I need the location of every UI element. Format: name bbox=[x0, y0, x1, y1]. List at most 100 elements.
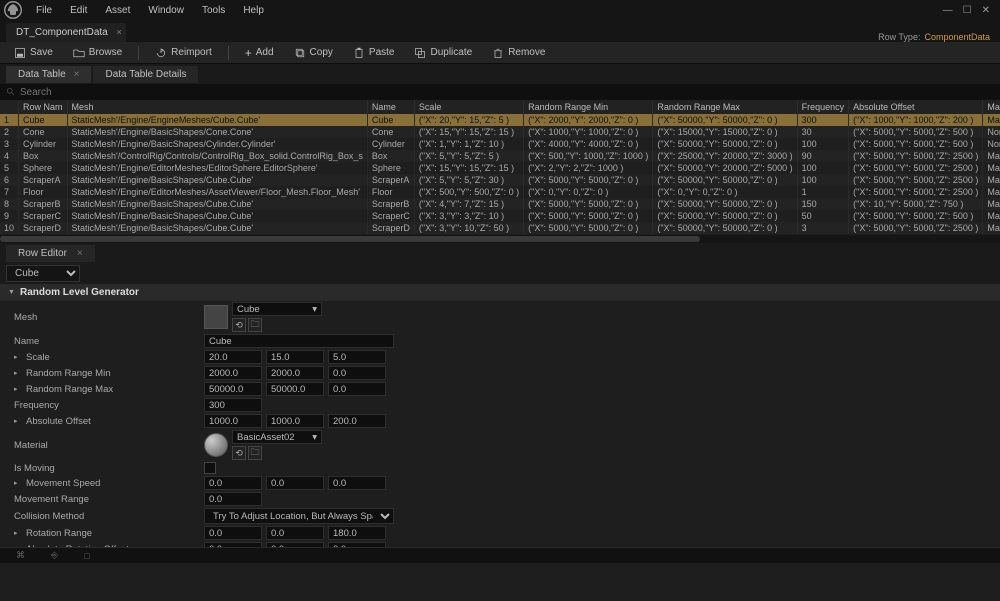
cell-mat[interactable]: Material'/Engine/MapTemplates/Materials/… bbox=[983, 222, 1000, 234]
column-header[interactable]: Row Nam bbox=[19, 100, 68, 114]
cell-rmax[interactable]: ("X": 50000,"Y": 20000,"Z": 5000 ) bbox=[653, 162, 797, 174]
cell-off[interactable]: ("X": 5000,"Y": 5000,"Z": 2500 ) bbox=[849, 150, 983, 162]
cell-col[interactable]: Box bbox=[367, 150, 414, 162]
cell-scale[interactable]: ("X": 15,"Y": 15,"Z": 15 ) bbox=[414, 126, 523, 138]
column-header[interactable] bbox=[0, 100, 19, 114]
cell-rmax[interactable]: ("X": 50000,"Y": 50000,"Z": 0 ) bbox=[653, 174, 797, 186]
cell-rmin[interactable]: ("X": 5000,"Y": 5000,"Z": 0 ) bbox=[524, 222, 653, 234]
cell-col[interactable]: ScraperC bbox=[367, 210, 414, 222]
cell-name[interactable]: Cube bbox=[19, 114, 68, 126]
cell-col[interactable]: ScraperA bbox=[367, 174, 414, 186]
column-header[interactable]: Frequency bbox=[797, 100, 849, 114]
cell-col[interactable]: Floor bbox=[367, 186, 414, 198]
copy-button[interactable]: Copy bbox=[286, 45, 341, 61]
scale-x-input[interactable] bbox=[204, 350, 262, 364]
cell-rmin[interactable]: ("X": 500,"Y": 1000,"Z": 1000 ) bbox=[524, 150, 653, 162]
cell-col[interactable]: Cylinder bbox=[367, 138, 414, 150]
column-header[interactable]: Material bbox=[983, 100, 1000, 114]
save-button[interactable]: Save bbox=[6, 45, 61, 61]
cell-scale[interactable]: ("X": 5,"Y": 5,"Z": 30 ) bbox=[414, 174, 523, 186]
cell-n[interactable]: 2 bbox=[0, 126, 19, 138]
cell-rmin[interactable]: ("X": 5000,"Y": 5000,"Z": 0 ) bbox=[524, 198, 653, 210]
cell-rmax[interactable]: ("X": 50000,"Y": 50000,"Z": 0 ) bbox=[653, 114, 797, 126]
cell-name[interactable]: Box bbox=[19, 150, 68, 162]
cell-n[interactable]: 1 bbox=[0, 114, 19, 126]
menu-tools[interactable]: Tools bbox=[194, 3, 233, 18]
cell-n[interactable]: 9 bbox=[0, 210, 19, 222]
mrange-input[interactable] bbox=[204, 492, 262, 506]
use-selected-icon[interactable]: ⟲ bbox=[232, 446, 246, 460]
table-row[interactable]: 2ConeStaticMesh'/Engine/BasicShapes/Cone… bbox=[0, 126, 1000, 138]
cell-mesh[interactable]: StaticMesh'/Engine/BasicShapes/Cube.Cube… bbox=[67, 210, 367, 222]
cell-mesh[interactable]: StaticMesh'/Engine/EditorMeshes/AssetVie… bbox=[67, 186, 367, 198]
cell-rmax[interactable]: ("X": 15000,"Y": 15000,"Z": 0 ) bbox=[653, 126, 797, 138]
rmax-x-input[interactable] bbox=[204, 382, 262, 396]
name-input[interactable] bbox=[204, 334, 394, 348]
expand-icon[interactable]: ▸ bbox=[14, 417, 22, 425]
cell-scale[interactable]: ("X": 1,"Y": 1,"Z": 10 ) bbox=[414, 138, 523, 150]
table-row[interactable]: 4BoxStaticMesh'/ControlRig/Controls/Cont… bbox=[0, 150, 1000, 162]
cell-scale[interactable]: ("X": 4,"Y": 7,"Z": 15 ) bbox=[414, 198, 523, 210]
cell-name[interactable]: ScraperD bbox=[19, 222, 68, 234]
cell-mesh[interactable]: StaticMesh'/Engine/BasicShapes/Cube.Cube… bbox=[67, 198, 367, 210]
rmin-y-input[interactable] bbox=[266, 366, 324, 380]
cell-off[interactable]: ("X": 5000,"Y": 5000,"Z": 500 ) bbox=[849, 210, 983, 222]
cell-n[interactable]: 10 bbox=[0, 222, 19, 234]
menu-file[interactable]: File bbox=[28, 3, 60, 18]
cell-rmax[interactable]: ("X": 50000,"Y": 50000,"Z": 0 ) bbox=[653, 222, 797, 234]
rmin-z-input[interactable] bbox=[328, 366, 386, 380]
cell-mat[interactable]: Material'/DatasmithContent/Materials/FBX… bbox=[983, 150, 1000, 162]
tab-data-table[interactable]: Data Table× bbox=[6, 66, 91, 83]
cell-scale[interactable]: ("X": 500,"Y": 500,"Z": 0 ) bbox=[414, 186, 523, 198]
cell-mat[interactable]: Material'/Engine/MapTemplates/Materials/… bbox=[983, 198, 1000, 210]
cell-mat[interactable]: Material'/Engine/MapTemplates/Materials/… bbox=[983, 174, 1000, 186]
cell-name[interactable]: Floor bbox=[19, 186, 68, 198]
cell-n[interactable]: 7 bbox=[0, 186, 19, 198]
row-select[interactable]: Cube bbox=[6, 265, 80, 282]
cell-freq[interactable]: 100 bbox=[797, 138, 849, 150]
cell-rmin[interactable]: ("X": 0,"Y": 0,"Z": 0 ) bbox=[524, 186, 653, 198]
freq-input[interactable] bbox=[204, 398, 262, 412]
expand-icon[interactable]: ▸ bbox=[14, 385, 22, 393]
cell-n[interactable]: 5 bbox=[0, 162, 19, 174]
cell-freq[interactable]: 300 bbox=[797, 114, 849, 126]
cell-scale[interactable]: ("X": 3,"Y": 10,"Z": 50 ) bbox=[414, 222, 523, 234]
paste-button[interactable]: Paste bbox=[345, 45, 403, 61]
table-row[interactable]: 9 ScraperCStaticMesh'/Engine/BasicShapes/… bbox=[0, 210, 1000, 222]
rmin-x-input[interactable] bbox=[204, 366, 262, 380]
table-row[interactable]: 1CubeStaticMesh'/Engine/EngineMeshes/Cub… bbox=[0, 114, 1000, 126]
cell-rmax[interactable]: ("X": 50000,"Y": 50000,"Z": 0 ) bbox=[653, 138, 797, 150]
material-dropdown[interactable]: BasicAsset02▾ bbox=[232, 430, 322, 444]
column-header[interactable]: Scale bbox=[414, 100, 523, 114]
spd-z-input[interactable] bbox=[328, 476, 386, 490]
cell-name[interactable]: ScraperA bbox=[19, 174, 68, 186]
cell-off[interactable]: ("X": 5000,"Y": 5000,"Z": 500 ) bbox=[849, 126, 983, 138]
tab-data-table-details[interactable]: Data Table Details bbox=[93, 66, 198, 83]
cell-mesh[interactable]: StaticMesh'/Engine/BasicShapes/Cube.Cube… bbox=[67, 174, 367, 186]
cell-freq[interactable]: 3 bbox=[797, 222, 849, 234]
browse-asset-icon[interactable]: 🗀 bbox=[248, 318, 262, 332]
cell-col[interactable]: Cone bbox=[367, 126, 414, 138]
cell-freq[interactable]: 100 bbox=[797, 162, 849, 174]
column-header[interactable]: Random Range Min bbox=[524, 100, 653, 114]
expand-icon[interactable]: ▸ bbox=[14, 369, 22, 377]
cell-scale[interactable]: ("X": 15,"Y": 15,"Z": 15 ) bbox=[414, 162, 523, 174]
cell-mat[interactable]: None bbox=[983, 126, 1000, 138]
data-table[interactable]: Row NamMeshNameScaleRandom Range MinRand… bbox=[0, 100, 1000, 234]
cell-rmax[interactable]: ("X": 25000,"Y": 20000,"Z": 3000 ) bbox=[653, 150, 797, 162]
rmax-z-input[interactable] bbox=[328, 382, 386, 396]
file-tab[interactable]: DT_ComponentData × bbox=[6, 23, 126, 42]
is-moving-checkbox[interactable] bbox=[204, 462, 216, 474]
cell-scale[interactable]: ("X": 3,"Y": 3,"Z": 10 ) bbox=[414, 210, 523, 222]
cell-scale[interactable]: ("X": 20,"Y": 15,"Z": 5 ) bbox=[414, 114, 523, 126]
table-row[interactable]: 8ScraperBStaticMesh'/Engine/BasicShapes/… bbox=[0, 198, 1000, 210]
table-row[interactable]: 7FloorStaticMesh'/Engine/EditorMeshes/As… bbox=[0, 186, 1000, 198]
cell-mesh[interactable]: StaticMesh'/Engine/EditorMeshes/EditorSp… bbox=[67, 162, 367, 174]
rot-z-input[interactable] bbox=[328, 526, 386, 540]
expand-icon[interactable]: ▸ bbox=[14, 529, 22, 537]
cell-n[interactable]: 6 bbox=[0, 174, 19, 186]
cell-mesh[interactable]: StaticMesh'/ControlRig/Controls/ControlR… bbox=[67, 150, 367, 162]
cell-n[interactable]: 4 bbox=[0, 150, 19, 162]
rmax-y-input[interactable] bbox=[266, 382, 324, 396]
cell-n[interactable]: 8 bbox=[0, 198, 19, 210]
